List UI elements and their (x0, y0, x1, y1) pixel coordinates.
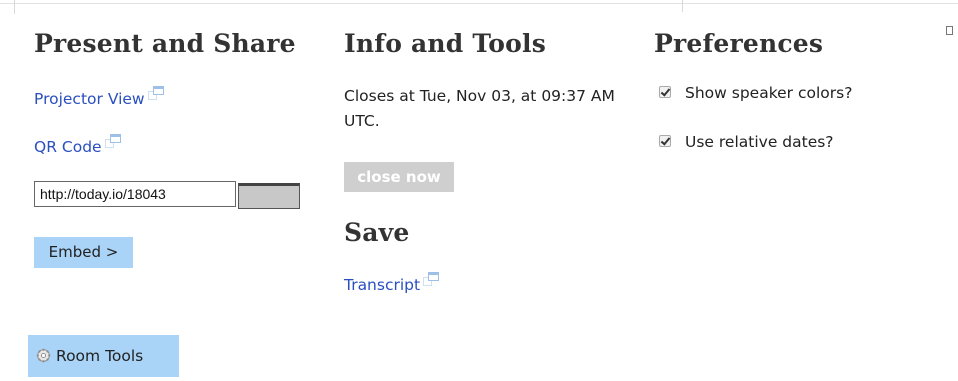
present-share-section: Present and Share Projector View QR Code… (34, 26, 324, 268)
room-tools-button[interactable]: Room Tools (28, 335, 179, 377)
save-title: Save (344, 218, 410, 247)
room-tools-label: Room Tools (56, 347, 144, 365)
external-link-icon (104, 134, 121, 150)
top-border (0, 0, 958, 4)
closes-at-text: Closes at Tue, Nov 03, at 09:37 AM UTC. (344, 87, 615, 130)
projector-view-label: Projector View (34, 90, 145, 108)
divider (14, 0, 15, 14)
room-panel: Present and Share Projector View QR Code… (0, 0, 958, 381)
embed-button[interactable]: Embed > (34, 237, 133, 268)
gear-icon (36, 337, 51, 363)
projector-view-link[interactable]: Projector View (34, 86, 164, 108)
divider (682, 0, 683, 12)
share-url-input[interactable] (34, 181, 236, 207)
info-tools-title: Info and Tools (344, 29, 547, 58)
use-relative-dates-checkbox[interactable] (659, 135, 671, 147)
copy-url-button[interactable] (238, 183, 300, 209)
info-tools-section: Info and Tools Closes at Tue, Nov 03, at… (344, 26, 634, 294)
present-share-title: Present and Share (34, 29, 296, 58)
qr-code-link[interactable]: QR Code (34, 134, 121, 156)
pref-use-relative-dates[interactable]: Use relative dates? (659, 133, 834, 151)
external-link-icon (147, 86, 164, 102)
panel-toggle-icon[interactable] (946, 26, 953, 35)
pref-label: Show speaker colors? (685, 84, 853, 102)
pref-show-speaker-colors[interactable]: Show speaker colors? (659, 84, 852, 102)
qr-code-label: QR Code (34, 138, 102, 156)
close-now-button[interactable]: close now (344, 162, 454, 192)
preferences-title: Preferences (654, 29, 824, 58)
preferences-section: Preferences Show speaker colors? Use rel… (654, 26, 944, 151)
transcript-label: Transcript (344, 276, 421, 294)
show-speaker-colors-checkbox[interactable] (659, 86, 671, 98)
transcript-link[interactable]: Transcript (344, 272, 440, 294)
pref-label: Use relative dates? (685, 133, 834, 151)
external-link-icon (423, 272, 440, 288)
